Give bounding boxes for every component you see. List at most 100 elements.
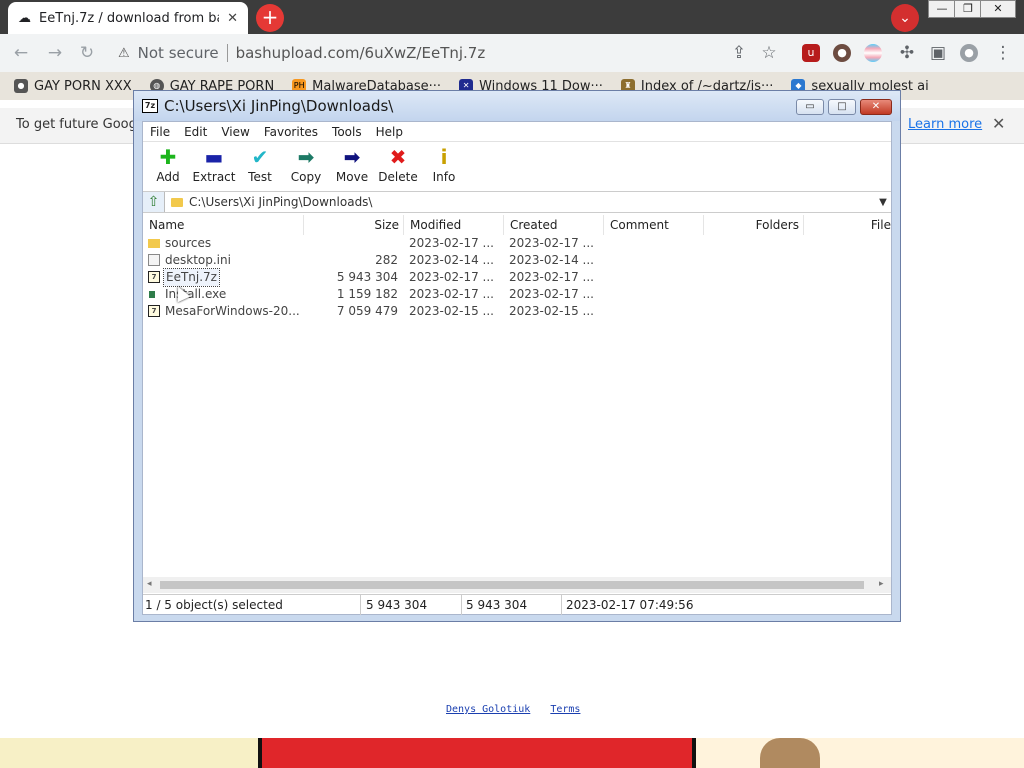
copy-icon: ➡ [297,145,315,169]
kebab-menu-icon[interactable]: ⋮ [992,42,1014,64]
folder-icon [148,239,160,248]
profile-extension-icon[interactable]: ● [833,44,851,62]
close-icon[interactable]: ✕ [992,114,1005,133]
flag-extension-icon[interactable] [864,44,882,62]
settings-file-icon [148,254,160,266]
menu-file[interactable]: File [150,125,170,139]
terms-link[interactable]: Terms [550,704,580,715]
column-created[interactable]: Created [504,215,604,235]
column-files[interactable]: File [804,215,891,235]
info-icon: i [440,145,448,169]
info-bar-text: To get future Googl [16,117,141,132]
author-link[interactable]: Denys Golotiuk [446,704,530,715]
test-icon: ✔ [251,145,269,169]
status-date: 2023-02-17 07:49:56 [566,598,694,612]
sidepanel-icon[interactable]: ▣ [927,42,949,64]
artwork-panel-right [692,738,1024,768]
omnibox-divider [226,44,228,62]
scroll-left-icon[interactable]: ◂ [147,579,152,589]
warning-icon: ⚠ [118,45,130,61]
bookmark-item[interactable]: ● GAY PORN XXX [14,79,132,94]
delete-button[interactable]: ✖ Delete [375,142,421,190]
extract-button[interactable]: ▬ Extract [191,142,237,190]
url-text[interactable]: bashupload.com/6uXwZ/EeTnj.7z [236,44,486,62]
account-icon[interactable]: ● [960,44,978,62]
footer-links: Denys Golotiuk Terms [446,704,594,715]
add-button[interactable]: ✚ Add [145,142,191,190]
horizontal-scrollbar[interactable]: ◂ ▸ [143,577,891,593]
command-toolbar: ✚ Add ▬ Extract ✔ Test ➡ Copy ➡ Move ✖ D… [143,142,891,190]
window-title: C:\Users\Xi JinPing\Downloads\ [164,97,394,115]
forward-icon[interactable]: → [44,42,66,64]
column-folders[interactable]: Folders [704,215,804,235]
table-row[interactable]: desktop.ini 282 2023-02-14 ... 2023-02-1… [143,252,891,269]
close-button[interactable]: ✕ [860,99,892,115]
close-window-button[interactable]: ✕ [980,0,1016,18]
cloud-upload-icon: ☁ [18,10,31,26]
restore-button[interactable]: ❐ [954,0,982,18]
menu-tools[interactable]: Tools [332,125,362,139]
menu-edit[interactable]: Edit [184,125,207,139]
tab-title: EeTnj.7z / download from bash [39,10,219,26]
security-label[interactable]: Not secure [138,44,219,62]
move-button[interactable]: ➡ Move [329,142,375,190]
table-row[interactable]: 7 MesaForWindows-20.... 7 059 479 2023-0… [143,303,891,320]
star-icon[interactable]: ☆ [758,42,780,64]
table-row[interactable]: 7 EeTnj.7z 5 943 304 2023-02-17 ... 2023… [143,268,891,287]
scroll-right-icon[interactable]: ▸ [879,579,884,589]
ublock-icon[interactable]: u [802,44,820,62]
back-icon[interactable]: ← [10,42,32,64]
reload-icon[interactable]: ↻ [76,42,98,64]
test-button[interactable]: ✔ Test [237,142,283,190]
window-titlebar[interactable]: 7z C:\Users\Xi JinPing\Downloads\ [134,91,900,121]
table-row[interactable]: Install.exe 1 159 182 2023-02-17 ... 202… [143,286,891,303]
up-folder-icon[interactable]: ⇧ [143,192,165,212]
maximize-button[interactable]: □ [828,99,856,115]
learn-more-link[interactable]: Learn more [908,117,982,132]
archive-icon: 7 [148,271,160,283]
share-icon[interactable]: ⇪ [728,42,750,64]
browser-tab[interactable]: ☁ EeTnj.7z / download from bash ✕ [8,2,248,34]
minimize-button[interactable]: ▭ [796,99,824,115]
sevenzip-app-icon: 7z [142,99,158,113]
move-icon: ➡ [343,145,361,169]
tab-close-icon[interactable]: ✕ [227,11,238,26]
delete-icon: ✖ [389,145,407,169]
tab-search-button[interactable]: ⌄ [891,4,919,32]
scrollbar-thumb[interactable] [160,581,864,589]
add-icon: ✚ [159,145,177,169]
minimize-button[interactable]: — [928,0,956,18]
path-input[interactable]: C:\Users\Xi JinPing\Downloads\ [165,195,875,209]
path-text: C:\Users\Xi JinPing\Downloads\ [189,195,373,209]
info-button[interactable]: i Info [421,142,467,190]
browser-toolbar: ← → ↻ ⚠ Not secure bashupload.com/6uXwZ/… [0,34,1024,72]
status-bar: 1 / 5 object(s) selected 5 943 304 5 943… [143,594,891,615]
column-comment[interactable]: Comment [604,215,704,235]
chevron-down-icon[interactable]: ▼ [875,197,891,208]
artwork-figure [760,738,820,768]
column-size[interactable]: Size [304,215,404,235]
tab-strip: ☁ EeTnj.7z / download from bash ✕ + ⌄ — … [0,0,1024,34]
table-row[interactable]: sources 2023-02-17 ... 2023-02-17 ... [143,235,891,252]
column-name[interactable]: Name [143,215,304,235]
executable-icon [149,291,155,298]
artwork-panel-left [0,738,262,768]
status-selection: 1 / 5 object(s) selected [145,595,361,615]
file-list: Name Size Modified Created Comment Folde… [143,215,891,575]
menu-view[interactable]: View [221,125,249,139]
menu-help[interactable]: Help [376,125,403,139]
archive-icon: 7 [148,305,160,317]
path-bar: ⇧ C:\Users\Xi JinPing\Downloads\ ▼ [143,191,891,213]
status-packed-size: 5 943 304 [466,595,562,615]
address-bar[interactable]: ⚠ Not secure bashupload.com/6uXwZ/EeTnj.… [108,38,788,68]
artwork-banner [0,738,1024,768]
menu-bar: File Edit View Favorites Tools Help [143,122,891,142]
folder-icon [171,197,183,207]
new-tab-button[interactable]: + [256,4,284,32]
puzzle-icon[interactable]: ✣ [896,42,918,64]
column-modified[interactable]: Modified [404,215,504,235]
extract-icon: ▬ [204,145,224,169]
menu-favorites[interactable]: Favorites [264,125,318,139]
reddit-icon: ● [14,79,28,93]
copy-button[interactable]: ➡ Copy [283,142,329,190]
